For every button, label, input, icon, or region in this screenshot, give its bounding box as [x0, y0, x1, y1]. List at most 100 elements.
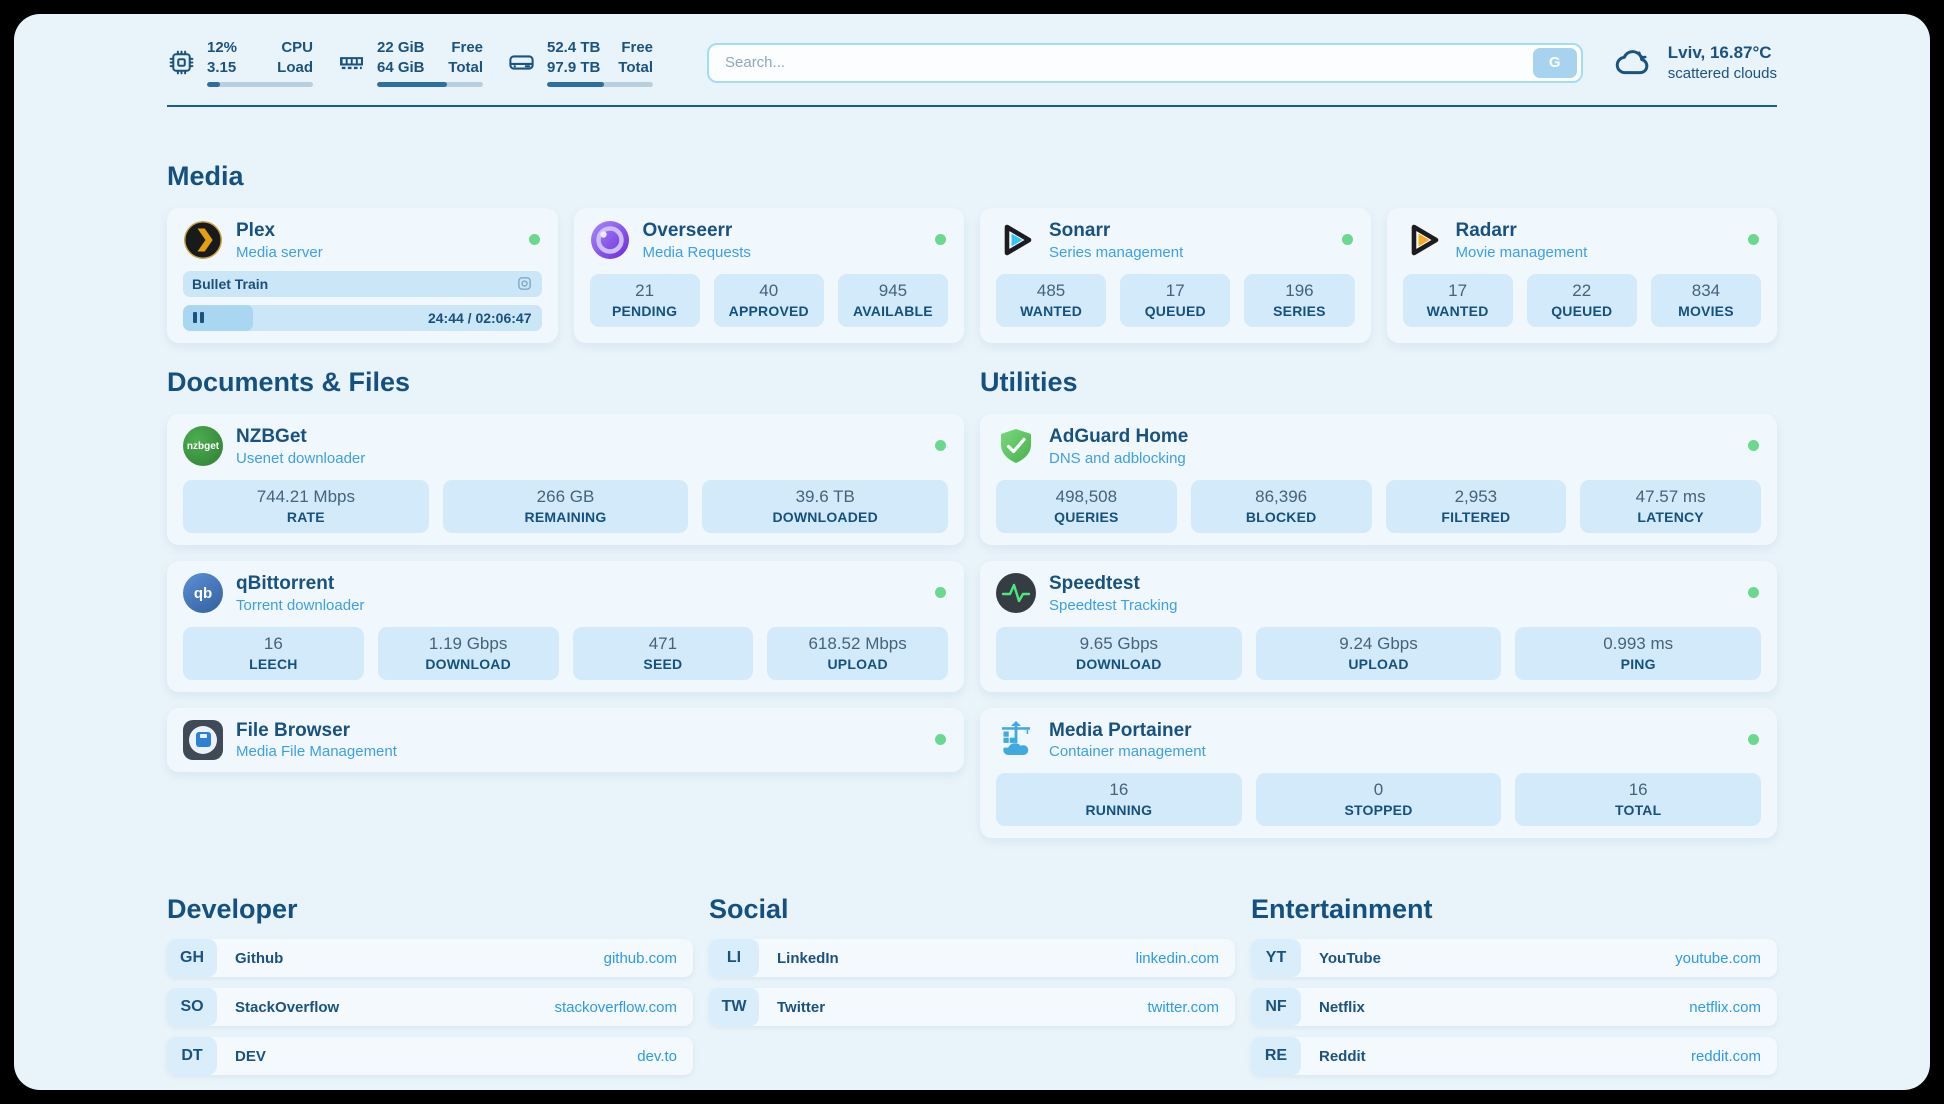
status-online-dot — [935, 440, 946, 451]
stat-tile: 16LEECH — [183, 627, 364, 680]
bookmark-url[interactable]: twitter.com — [1147, 999, 1219, 1016]
stat-value: 9.24 Gbps — [1260, 634, 1498, 654]
app-name: File Browser — [236, 720, 397, 742]
stat-value: 40 — [718, 281, 820, 301]
section-title-social: Social — [709, 894, 1235, 925]
radarr-logo-icon — [1403, 220, 1443, 260]
stat-label: LEECH — [187, 656, 360, 672]
bookmark-url[interactable]: dev.to — [637, 1048, 677, 1065]
now-playing-title: Bullet Train — [192, 276, 268, 292]
stat-tile: 9.65 GbpsDOWNLOAD — [996, 627, 1242, 680]
app-subtitle: Usenet downloader — [236, 450, 365, 467]
stat-tile: 498,508 QUERIES — [996, 480, 1177, 533]
bookmark-url[interactable]: linkedin.com — [1136, 950, 1219, 967]
bookmark-dev[interactable]: DT DEV dev.to — [167, 1037, 693, 1075]
filebrowser-card[interactable]: File Browser Media File Management — [167, 708, 964, 773]
cpu-load-avg: 3.15 — [207, 58, 237, 78]
stat-value: 0 — [1260, 780, 1498, 800]
bookmark-url[interactable]: stackoverflow.com — [554, 999, 677, 1016]
stat-tile: 39.6 TBDOWNLOADED — [702, 480, 948, 533]
bookmark-reddit[interactable]: RE Reddit reddit.com — [1251, 1037, 1777, 1075]
bookmark-stackoverflow[interactable]: SO StackOverflow stackoverflow.com — [167, 988, 693, 1026]
stat-label: UPLOAD — [1260, 656, 1498, 672]
nzbget-card[interactable]: nzbget NZBGet Usenet downloader 744.21 M… — [167, 414, 964, 545]
app-name: Sonarr — [1049, 220, 1183, 242]
bookmark-netflix[interactable]: NF Netflix netflix.com — [1251, 988, 1777, 1026]
bookmark-abbr: DT — [167, 1037, 217, 1075]
stat-value: 266 GB — [447, 487, 685, 507]
stat-value: 471 — [577, 634, 750, 654]
portainer-card[interactable]: Media Portainer Container management 16R… — [980, 708, 1777, 839]
adguard-card[interactable]: AdGuard Home DNS and adblocking 498,508Q… — [980, 414, 1777, 545]
qbittorrent-logo-icon: qb — [183, 573, 223, 613]
settings-icon[interactable] — [516, 275, 533, 292]
stat-value: 17 — [1407, 281, 1509, 301]
stat-value: 498,508 — [1000, 487, 1173, 507]
social-column: Social LI LinkedIn linkedin.com TW Twitt… — [709, 838, 1235, 1037]
bookmark-url[interactable]: github.com — [604, 950, 677, 967]
disk-label-1: Free — [618, 38, 653, 58]
ram-label-2: Total — [448, 58, 483, 78]
app-subtitle: Series management — [1049, 244, 1183, 261]
stat-tile: 86,396BLOCKED — [1191, 480, 1372, 533]
ram-widget: 22 GiB 64 GiB Free Total — [337, 38, 483, 87]
app-name: Media Portainer — [1049, 720, 1206, 742]
bookmark-youtube[interactable]: YT YouTube youtube.com — [1251, 939, 1777, 977]
section-title-documents: Documents & Files — [167, 367, 964, 398]
app-name: Overseerr — [643, 220, 751, 242]
bookmark-abbr: SO — [167, 988, 217, 1026]
bookmark-name: Github — [235, 950, 283, 967]
stat-label: FILTERED — [1390, 509, 1563, 525]
topbar-divider — [167, 105, 1777, 107]
search-bar[interactable]: G — [707, 43, 1583, 83]
speedtest-logo-icon — [996, 573, 1036, 613]
status-online-dot — [935, 234, 946, 245]
pause-icon[interactable] — [193, 312, 204, 323]
stat-label: QUERIES — [1000, 509, 1173, 525]
ram-progress-fill — [377, 82, 447, 87]
bookmark-url[interactable]: youtube.com — [1675, 950, 1761, 967]
bookmark-linkedin[interactable]: LI LinkedIn linkedin.com — [709, 939, 1235, 977]
cpu-labels: CPU Load — [277, 38, 313, 77]
stat-value: 2,953 — [1390, 487, 1563, 507]
plex-card[interactable]: Plex Media server Bullet Train 24:44 / 0… — [167, 208, 558, 343]
search-input[interactable] — [723, 53, 1533, 72]
stat-tile: 17WANTED — [1403, 274, 1513, 327]
utilities-column: Utilities AdGuard Home DNS and adblockin… — [980, 343, 1777, 839]
stat-value: 21 — [594, 281, 696, 301]
google-search-button[interactable]: G — [1533, 48, 1577, 78]
bookmark-url[interactable]: reddit.com — [1691, 1048, 1761, 1065]
cpu-progress-bar — [207, 82, 313, 87]
stat-tile: 22QUEUED — [1527, 274, 1637, 327]
bookmark-twitter[interactable]: TW Twitter twitter.com — [709, 988, 1235, 1026]
qbittorrent-card[interactable]: qb qBittorrent Torrent downloader 16LEEC… — [167, 561, 964, 692]
bookmark-url[interactable]: netflix.com — [1689, 999, 1761, 1016]
stat-label: DOWNLOADED — [706, 509, 944, 525]
status-online-dot — [935, 734, 946, 745]
stat-tile: 47.57 msLATENCY — [1580, 480, 1761, 533]
app-subtitle: Media Requests — [643, 244, 751, 261]
bookmark-name: LinkedIn — [777, 950, 839, 967]
section-title-utilities: Utilities — [980, 367, 1777, 398]
sonarr-card[interactable]: Sonarr Series management 485WANTED 17QUE… — [980, 208, 1371, 343]
speedtest-card[interactable]: Speedtest Speedtest Tracking 9.65 GbpsDO… — [980, 561, 1777, 692]
app-subtitle: Speedtest Tracking — [1049, 597, 1177, 614]
bookmark-github[interactable]: GH Github github.com — [167, 939, 693, 977]
media-cards-row: Plex Media server Bullet Train 24:44 / 0… — [167, 208, 1777, 343]
radarr-card[interactable]: Radarr Movie management 17WANTED 22QUEUE… — [1387, 208, 1778, 343]
stat-tile: 9.24 Gbps UPLOAD — [1256, 627, 1502, 680]
stat-value: 834 — [1655, 281, 1757, 301]
nzbget-logo-text: nzbget — [187, 441, 219, 452]
cpu-percent: 12% — [207, 38, 237, 58]
stat-tile: 834MOVIES — [1651, 274, 1761, 327]
stat-value: 485 — [1000, 281, 1102, 301]
stat-label: QUEUED — [1531, 303, 1633, 319]
overseerr-card[interactable]: Overseerr Media Requests 21PENDING 40APP… — [574, 208, 965, 343]
portainer-logo-icon — [996, 720, 1036, 760]
stat-tile: 2,953 FILTERED — [1386, 480, 1567, 533]
app-name: qBittorrent — [236, 573, 364, 595]
stat-tile: 17QUEUED — [1120, 274, 1230, 327]
stat-label: DOWNLOAD — [1000, 656, 1238, 672]
app-subtitle: Movie management — [1456, 244, 1588, 261]
stat-label: REMAINING — [447, 509, 685, 525]
